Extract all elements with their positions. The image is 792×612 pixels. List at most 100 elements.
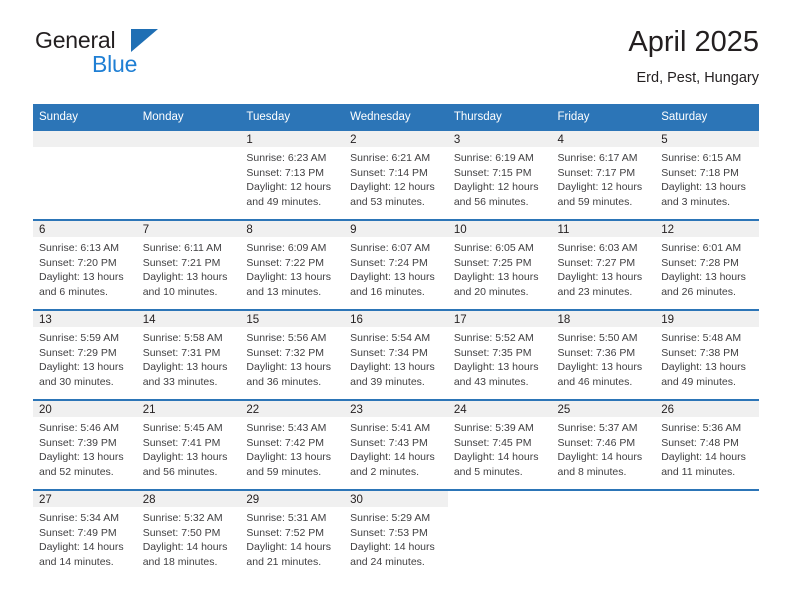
daylight-text-line2: and 26 minutes. (661, 285, 736, 298)
day-number: 9 (344, 221, 448, 237)
calendar-day-cell[interactable]: 15 Sunrise: 5:56 AM Sunset: 7:32 PM Dayligh… (240, 309, 345, 400)
sunrise-text: Sunrise: 6:11 AM (142, 242, 222, 254)
calendar-day-cell[interactable]: 9 Sunrise: 6:07 AM Sunset: 7:24 PM Daylight… (344, 219, 448, 310)
day-sun-info: Sunrise: 5:32 AM Sunset: 7:50 PM Daylight:… (137, 507, 241, 569)
day-cell-inner: 2 Sunrise: 6:21 AM Sunset: 7:14 PM Daylight… (344, 131, 448, 219)
calendar-day-cell[interactable]: 22 Sunrise: 5:43 AM Sunset: 7:42 PM Dayligh… (240, 399, 345, 490)
day-number: 29 (240, 491, 345, 507)
location-subtitle: Erd, Pest, Hungary (636, 70, 760, 86)
calendar-day-cell[interactable]: 6 Sunrise: 6:13 AM Sunset: 7:20 PM Daylight… (33, 219, 137, 310)
daylight-text-line1: Daylight: 13 hours (142, 361, 228, 374)
sunset-text: Sunset: 7:14 PM (350, 166, 428, 179)
day-cell-inner: 6 Sunrise: 6:13 AM Sunset: 7:20 PM Daylight… (33, 221, 137, 309)
daylight-text-line1: Daylight: 12 hours (350, 181, 435, 194)
sunset-text: Sunset: 7:36 PM (557, 346, 636, 359)
day-number: 6 (33, 221, 137, 237)
day-cell-inner: 12 Sunrise: 6:01 AM Sunset: 7:28 PM Dayligh… (655, 221, 759, 309)
calendar-day-cell[interactable]: 23 Sunrise: 5:41 AM Sunset: 7:43 PM Dayligh… (344, 399, 448, 490)
day-cell-inner: 16 Sunrise: 5:54 AM Sunset: 7:34 PM Dayligh… (344, 311, 448, 399)
calendar-day-cell[interactable]: 8 Sunrise: 6:09 AM Sunset: 7:22 PM Daylight… (240, 219, 345, 310)
day-sun-info: Sunrise: 5:34 AM Sunset: 7:49 PM Daylight:… (33, 507, 137, 569)
sunset-text: Sunset: 7:43 PM (350, 436, 428, 449)
daylight-text-line2: and 13 minutes. (246, 285, 322, 298)
calendar-day-cell[interactable]: 30 Sunrise: 5:29 AM Sunset: 7:53 PM Dayligh… (344, 489, 448, 579)
day-sun-info: Sunrise: 6:11 AM Sunset: 7:21 PM Daylight:… (137, 237, 241, 299)
calendar-day-cell[interactable]: 11 Sunrise: 6:03 AM Sunset: 7:27 PM Dayligh… (551, 219, 656, 310)
calendar-day-cell[interactable]: 4 Sunrise: 6:17 AM Sunset: 7:17 PM Daylight… (551, 131, 656, 220)
day-number: 1 (240, 131, 345, 147)
calendar-day-cell[interactable]: 16 Sunrise: 5:54 AM Sunset: 7:34 PM Dayligh… (344, 309, 448, 400)
day-number: 17 (447, 311, 552, 327)
daylight-text-line2: and 11 minutes. (661, 465, 736, 478)
calendar-day-cell[interactable]: 10 Sunrise: 6:05 AM Sunset: 7:25 PM Dayligh… (447, 219, 552, 310)
day-number: 14 (136, 311, 241, 327)
day-cell-inner: 21 Sunrise: 5:45 AM Sunset: 7:41 PM Dayligh… (136, 401, 241, 489)
calendar-day-cell[interactable]: 24 Sunrise: 5:39 AM Sunset: 7:45 PM Dayligh… (447, 399, 552, 490)
calendar-day-cell[interactable]: 28 Sunrise: 5:32 AM Sunset: 7:50 PM Dayligh… (136, 489, 241, 579)
calendar-week-row: 13 Sunrise: 5:59 AM Sunset: 7:29 PM Dayligh… (33, 309, 759, 400)
day-number: 12 (655, 221, 759, 237)
day-number: 22 (240, 401, 345, 417)
calendar-day-cell[interactable]: 12 Sunrise: 6:01 AM Sunset: 7:28 PM Dayligh… (655, 219, 759, 310)
sunrise-text: Sunrise: 5:32 AM (142, 512, 223, 524)
calendar-day-cell[interactable]: 5 Sunrise: 6:15 AM Sunset: 7:18 PM Daylight… (655, 131, 759, 220)
daylight-text-line2: and 59 minutes. (246, 465, 322, 478)
day-sun-info: Sunrise: 5:37 AM Sunset: 7:46 PM Daylight:… (552, 417, 656, 479)
day-cell-inner: 24 Sunrise: 5:39 AM Sunset: 7:45 PM Dayligh… (447, 401, 552, 489)
daylight-text-line1: Daylight: 14 hours (142, 541, 228, 554)
sunrise-text: Sunrise: 6:15 AM (661, 152, 742, 164)
sunset-text: Sunset: 7:53 PM (350, 526, 428, 539)
daylight-text-line1: Daylight: 12 hours (246, 181, 332, 194)
calendar-day-cell[interactable]: 13 Sunrise: 5:59 AM Sunset: 7:29 PM Dayligh… (33, 309, 137, 400)
calendar-day-cell[interactable]: 18 Sunrise: 5:50 AM Sunset: 7:36 PM Dayligh… (551, 309, 656, 400)
daylight-text-line1: Daylight: 14 hours (350, 541, 435, 554)
day-number: 16 (344, 311, 448, 327)
day-cell-inner: 4 Sunrise: 6:17 AM Sunset: 7:17 PM Daylight… (551, 131, 656, 219)
calendar-day-cell[interactable]: 27 Sunrise: 5:34 AM Sunset: 7:49 PM Dayligh… (33, 489, 137, 579)
sunset-text: Sunset: 7:21 PM (142, 256, 221, 269)
calendar-day-cell[interactable]: 1 Sunrise: 6:23 AM Sunset: 7:13 PM Daylight… (240, 131, 345, 220)
day-sun-info: Sunrise: 6:15 AM Sunset: 7:18 PM Daylight:… (655, 147, 759, 209)
daylight-text-line2: and 56 minutes. (453, 195, 529, 208)
daylight-text-line2: and 20 minutes. (453, 285, 529, 298)
daylight-text-line2: and 18 minutes. (142, 555, 218, 568)
calendar-day-cell[interactable]: 3 Sunrise: 6:19 AM Sunset: 7:15 PM Daylight… (447, 131, 552, 220)
daylight-text-line2: and 8 minutes. (557, 465, 627, 478)
daylight-text-line1: Daylight: 12 hours (557, 181, 643, 194)
calendar-day-cell[interactable]: 2 Sunrise: 6:21 AM Sunset: 7:14 PM Daylight… (344, 131, 448, 220)
calendar-day-cell[interactable]: 26 Sunrise: 5:36 AM Sunset: 7:48 PM Dayligh… (655, 399, 759, 490)
day-cell-inner: 27 Sunrise: 5:34 AM Sunset: 7:49 PM Dayligh… (33, 491, 137, 579)
sunrise-text: Sunrise: 5:54 AM (350, 332, 431, 344)
sunrise-text: Sunrise: 5:58 AM (142, 332, 223, 344)
sunrise-text: Sunrise: 5:34 AM (39, 512, 119, 524)
daylight-text-line2: and 53 minutes. (350, 195, 425, 208)
calendar-day-cell[interactable]: 7 Sunrise: 6:11 AM Sunset: 7:21 PM Daylight… (136, 219, 241, 310)
calendar-day-cell[interactable]: 25 Sunrise: 5:37 AM Sunset: 7:46 PM Dayligh… (551, 399, 656, 490)
calendar-day-cell[interactable]: 19 Sunrise: 5:48 AM Sunset: 7:38 PM Dayligh… (655, 309, 759, 400)
sunrise-text: Sunrise: 6:03 AM (557, 242, 638, 254)
sunrise-text: Sunrise: 6:09 AM (246, 242, 327, 254)
calendar-day-cell[interactable]: 17 Sunrise: 5:52 AM Sunset: 7:35 PM Dayligh… (447, 309, 552, 400)
day-sun-info: Sunrise: 6:21 AM Sunset: 7:14 PM Daylight:… (344, 147, 448, 209)
weekday-header-sunday: Sunday (33, 104, 137, 131)
day-sun-info: Sunrise: 5:36 AM Sunset: 7:48 PM Daylight:… (655, 417, 759, 479)
calendar-day-cell[interactable]: 21 Sunrise: 5:45 AM Sunset: 7:41 PM Dayligh… (136, 399, 241, 490)
day-sun-info: Sunrise: 5:54 AM Sunset: 7:34 PM Daylight:… (344, 327, 448, 389)
day-cell-inner: 9 Sunrise: 6:07 AM Sunset: 7:24 PM Daylight… (344, 221, 448, 309)
sunrise-text: Sunrise: 6:21 AM (350, 152, 431, 164)
calendar-day-cell[interactable]: 29 Sunrise: 5:31 AM Sunset: 7:52 PM Dayligh… (240, 489, 345, 579)
day-number: 8 (240, 221, 345, 237)
day-sun-info: Sunrise: 5:58 AM Sunset: 7:31 PM Daylight:… (137, 327, 241, 389)
calendar-day-cell[interactable]: 14 Sunrise: 5:58 AM Sunset: 7:31 PM Dayligh… (136, 309, 241, 400)
logo-triangle-icon (131, 29, 158, 52)
day-number: 30 (344, 491, 448, 507)
sunrise-sunset-calendar-table: Sunday Monday Tuesday Wednesday Thursday… (33, 104, 759, 579)
daylight-text-line1: Daylight: 13 hours (453, 361, 539, 374)
sunrise-text: Sunrise: 5:29 AM (350, 512, 431, 524)
calendar-day-cell (136, 131, 241, 220)
calendar-day-cell (551, 489, 656, 579)
day-sun-info: Sunrise: 5:31 AM Sunset: 7:52 PM Daylight:… (240, 507, 344, 569)
calendar-day-cell[interactable]: 20 Sunrise: 5:46 AM Sunset: 7:39 PM Dayligh… (33, 399, 137, 490)
day-cell-inner: 17 Sunrise: 5:52 AM Sunset: 7:35 PM Dayligh… (447, 311, 552, 399)
daylight-text-line1: Daylight: 13 hours (39, 451, 124, 464)
